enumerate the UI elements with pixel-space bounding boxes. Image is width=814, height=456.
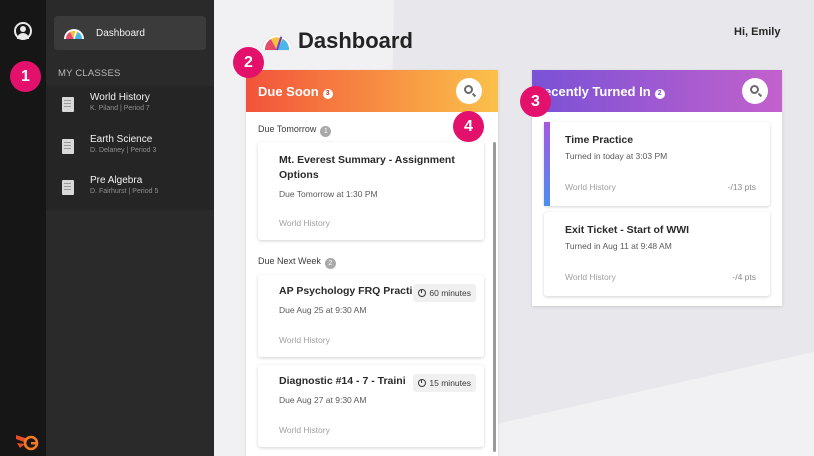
panel-title: Due Soon 3: [258, 84, 333, 99]
submission-title: Exit Ticket - Start of WWI: [565, 224, 690, 236]
book-icon: [62, 139, 74, 154]
sidebar-item-pre-algebra[interactable]: Pre Algebra D. Fairhurst | Period 5: [62, 175, 212, 205]
due-date: Due Aug 27 at 9:30 AM: [279, 395, 367, 405]
dashboard-gauge-icon: [261, 34, 293, 51]
class-name: World History: [90, 92, 150, 103]
due-date: Due Tomorrow at 1:30 PM: [279, 189, 378, 199]
count-badge: 1: [320, 126, 332, 137]
assignment-card[interactable]: AP Psychology FRQ Practi 60 minutes Due …: [258, 275, 484, 357]
search-button[interactable]: [456, 78, 482, 104]
clock-icon: [418, 379, 427, 387]
user-greeting[interactable]: Hi, Emily: [734, 26, 780, 38]
logo-icon[interactable]: [14, 433, 40, 451]
class-teacher: D. Delaney | Period 3: [90, 147, 157, 154]
dashboard-gauge-icon: [64, 29, 84, 40]
callout-badge-1: 1: [10, 61, 41, 92]
class-name: Earth Science: [90, 134, 153, 145]
clock-icon: [418, 289, 427, 297]
search-icon: [464, 85, 473, 94]
class-label: World History: [279, 335, 330, 345]
search-icon: [750, 85, 759, 94]
points-label: -/13 pts: [727, 182, 756, 192]
panel-title: ecently Turned In 2: [544, 84, 665, 99]
assignment-title: AP Psychology FRQ Practi: [279, 285, 413, 297]
submission-status: Turned in Aug 11 at 9:48 AM: [565, 241, 672, 251]
section-label: MY CLASSES: [58, 68, 121, 79]
search-button[interactable]: [742, 78, 768, 104]
sidebar: Dashboard MY CLASSES World History K. Pi…: [46, 0, 214, 456]
callout-badge-2: 2: [233, 47, 264, 78]
info-icon: 2: [654, 88, 665, 99]
class-label: World History: [279, 218, 330, 228]
book-icon: [62, 97, 74, 112]
scrollbar[interactable]: [493, 142, 496, 452]
assignment-title: Diagnostic #14 - 7 - Traini: [279, 375, 406, 387]
submission-card[interactable]: Time Practice Turned in today at 3:03 PM…: [544, 122, 770, 206]
points-label: -/4 pts: [732, 272, 756, 282]
due-date: Due Aug 25 at 9:30 AM: [279, 305, 367, 315]
sidebar-item-world-history[interactable]: World History K. Piland | Period 7: [62, 92, 212, 122]
section-label: Due Tomorrow 1: [258, 124, 332, 137]
count-badge: 2: [324, 258, 336, 269]
callout-badge-3: 3: [520, 86, 551, 117]
assignment-card[interactable]: Diagnostic #14 - 7 - Traini 15 minutes D…: [258, 365, 484, 447]
main-area: Dashboard Hi, Emily Due Soon 3 Due Tomorr…: [214, 0, 814, 456]
class-label: World History: [565, 272, 616, 282]
submission-card[interactable]: Exit Ticket - Start of WWI Turned in Aug…: [544, 212, 770, 296]
submission-status: Turned in today at 3:03 PM: [565, 151, 668, 161]
user-icon[interactable]: [14, 22, 32, 40]
class-name: Pre Algebra: [90, 175, 143, 186]
class-list: World History K. Piland | Period 7 Earth…: [46, 86, 214, 210]
assignment-card[interactable]: Mt. Everest Summary - Assignment Options…: [258, 142, 484, 240]
assignment-title: Mt. Everest Summary - Assignment Options: [279, 154, 455, 181]
turned-in-panel: ecently Turned In 2 Time Practice Turned …: [532, 70, 782, 306]
class-teacher: K. Piland | Period 7: [90, 105, 150, 112]
sidebar-item-label: Dashboard: [96, 27, 145, 39]
page-title: Dashboard: [298, 28, 413, 53]
info-icon: 3: [322, 88, 333, 99]
class-label: World History: [565, 182, 616, 192]
class-label: World History: [279, 425, 330, 435]
duration-badge: 15 minutes: [413, 374, 476, 392]
submission-title: Time Practice: [565, 134, 634, 146]
book-icon: [62, 180, 74, 195]
section-label: Due Next Week 2: [258, 256, 336, 269]
due-soon-header: Due Soon 3: [246, 70, 498, 112]
turned-in-header: ecently Turned In 2: [532, 70, 782, 112]
duration-badge: 60 minutes: [413, 284, 476, 302]
class-teacher: D. Fairhurst | Period 5: [90, 188, 159, 195]
callout-badge-4: 4: [453, 111, 484, 142]
sidebar-item-earth-science[interactable]: Earth Science D. Delaney | Period 3: [62, 134, 212, 164]
sidebar-item-dashboard[interactable]: Dashboard: [54, 16, 206, 50]
